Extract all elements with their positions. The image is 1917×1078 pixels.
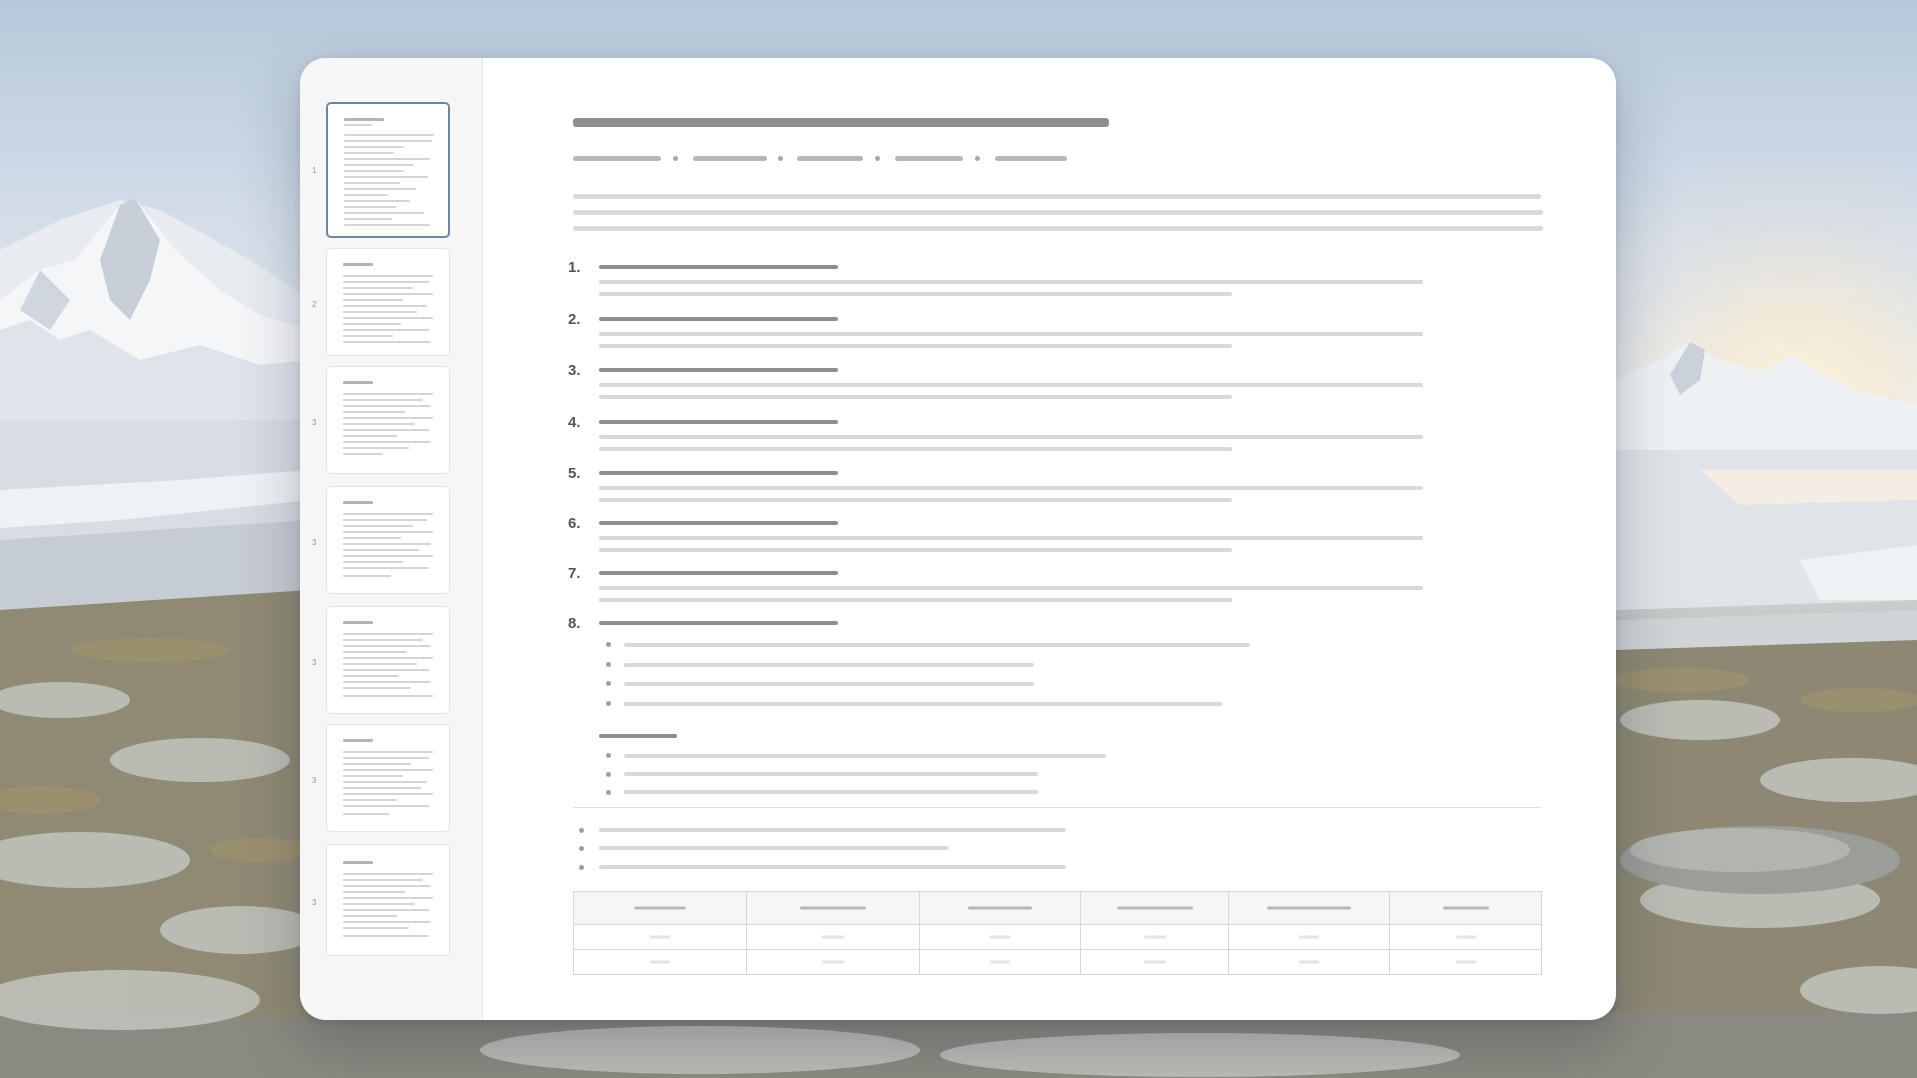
bullet-icon <box>606 753 611 758</box>
table-cell <box>1080 924 1229 950</box>
bullet-icon <box>606 790 611 795</box>
list-number: 7. <box>568 565 581 582</box>
bullet-icon <box>606 662 611 667</box>
thumbnail-page-number: 3 <box>312 658 317 667</box>
list-number: 8. <box>568 615 581 632</box>
page-thumbnail-5[interactable] <box>326 606 450 714</box>
list-number: 1. <box>568 259 581 276</box>
list-item-heading <box>599 265 838 269</box>
thumbnail-row-4: 3 <box>300 486 482 594</box>
bullet-icon <box>606 681 611 686</box>
table-row <box>573 924 1542 950</box>
meta-item <box>995 156 1067 161</box>
table-row <box>573 949 1542 975</box>
table-header-cell <box>919 891 1081 925</box>
list-item-heading <box>599 471 838 475</box>
thumbnail-page-number: 3 <box>312 776 317 785</box>
thumbnail-row-5: 3 <box>300 606 482 714</box>
thumbnail-page-number: 2 <box>312 300 317 309</box>
list-number: 2. <box>568 311 581 328</box>
thumbnail-page-number: 3 <box>312 898 317 907</box>
list-item-heading <box>599 571 838 575</box>
bullet-icon <box>606 772 611 777</box>
separator-dot <box>875 156 880 161</box>
thumbnail-page-number: 3 <box>312 538 317 547</box>
thumbnail-row-6: 3 <box>300 724 482 832</box>
table-cell <box>919 949 1081 975</box>
page-thumbnail-sidebar[interactable]: 1 2 3 3 3 3 3 <box>300 58 483 1020</box>
separator-dot <box>778 156 783 161</box>
bullet-icon <box>579 828 584 833</box>
page-thumbnail-3[interactable] <box>326 366 450 474</box>
list-item-heading <box>599 621 838 625</box>
thumbnail-row-2: 2 <box>300 248 482 356</box>
table-header-cell <box>1228 891 1390 925</box>
section-divider <box>573 807 1541 808</box>
page-thumbnail-6[interactable] <box>326 724 450 832</box>
list-number: 5. <box>568 465 581 482</box>
bullet-icon <box>579 846 584 851</box>
list-number: 4. <box>568 414 581 431</box>
separator-dot <box>673 156 678 161</box>
table-cell <box>1228 924 1390 950</box>
list-item-heading <box>599 368 838 372</box>
table-header-cell <box>573 891 747 925</box>
meta-item <box>693 156 767 161</box>
document-viewer-window: 1 2 3 3 3 3 3 1. 2. 3. 4. 5. 6. 7. 8. <box>300 58 1616 1020</box>
meta-item <box>797 156 863 161</box>
table-header-cell <box>1080 891 1229 925</box>
data-table <box>573 891 1542 975</box>
list-number: 3. <box>568 362 581 379</box>
table-cell <box>1080 949 1229 975</box>
table-header-cell <box>746 891 920 925</box>
page-thumbnail-1[interactable] <box>326 102 450 238</box>
thumbnail-row-7: 3 <box>300 844 482 956</box>
list-item-heading <box>599 521 838 525</box>
bullet-icon <box>606 642 611 647</box>
table-header-cell <box>1389 891 1542 925</box>
page-thumbnail-7[interactable] <box>326 844 450 956</box>
bullet-icon <box>579 865 584 870</box>
table-cell <box>1228 949 1390 975</box>
page-thumbnail-2[interactable] <box>326 248 450 356</box>
list-number: 6. <box>568 515 581 532</box>
list-item-heading <box>599 317 838 321</box>
table-cell <box>573 949 747 975</box>
table-cell <box>746 924 920 950</box>
table-cell <box>573 924 747 950</box>
meta-item <box>573 156 661 161</box>
table-cell <box>919 924 1081 950</box>
meta-item <box>895 156 963 161</box>
table-cell <box>746 949 920 975</box>
thumbnail-page-number: 3 <box>312 418 317 427</box>
thumbnail-row-3: 3 <box>300 366 482 474</box>
list-item-heading <box>599 420 838 424</box>
table-cell <box>1389 924 1542 950</box>
document-title <box>573 118 1109 127</box>
page-thumbnail-4[interactable] <box>326 486 450 594</box>
table-cell <box>1389 949 1542 975</box>
thumbnail-row-1: 1 <box>300 102 482 238</box>
bullet-icon <box>606 701 611 706</box>
table-header-row <box>573 891 1542 925</box>
document-page: 1. 2. 3. 4. 5. 6. 7. 8. <box>482 58 1616 1020</box>
separator-dot <box>975 156 980 161</box>
thumbnail-page-number: 1 <box>312 166 317 175</box>
subsection-heading <box>599 734 677 738</box>
